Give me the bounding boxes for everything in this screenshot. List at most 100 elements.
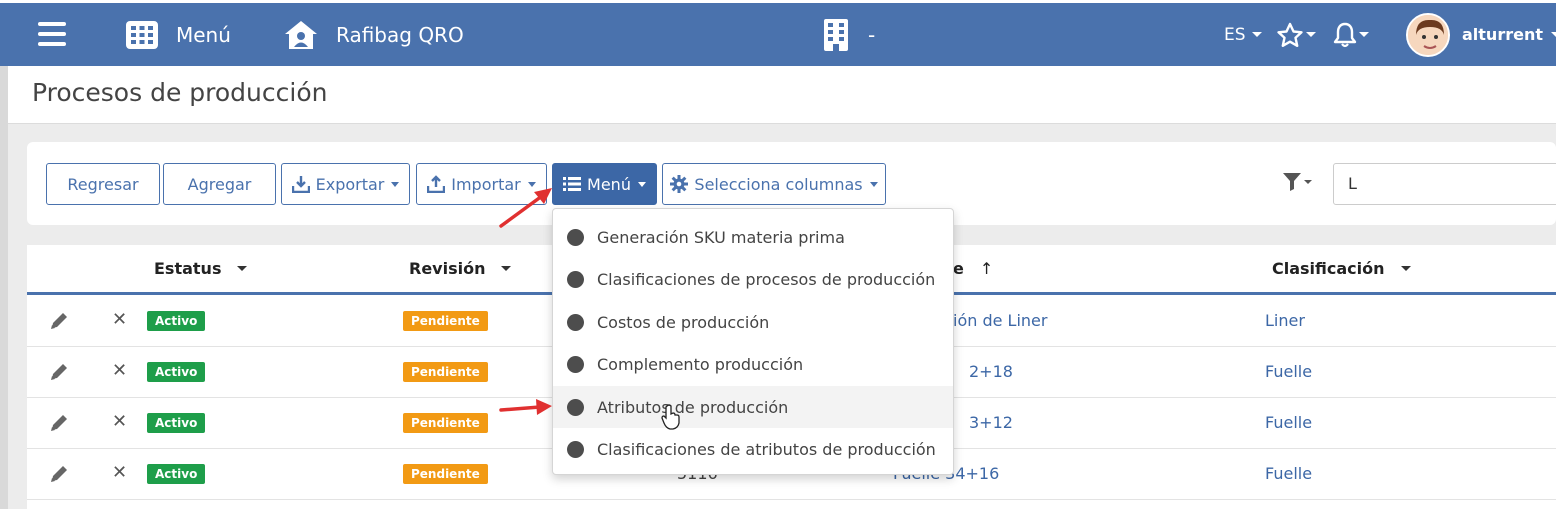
- notifications-button[interactable]: [1333, 3, 1369, 66]
- search-input[interactable]: L: [1333, 163, 1556, 205]
- back-button[interactable]: Regresar: [46, 163, 160, 205]
- add-button-label: Agregar: [187, 174, 252, 194]
- dropdown-item-process-classifications[interactable]: Clasificaciones de procesos de producció…: [553, 258, 953, 300]
- status-badge: Activo: [147, 362, 206, 382]
- dropdown-item-label: Clasificaciones de atributos de producci…: [597, 439, 936, 459]
- classification-link[interactable]: Fuelle: [1265, 413, 1312, 432]
- classification-link[interactable]: Fuelle: [1265, 464, 1312, 483]
- caret-down-icon: [1359, 32, 1369, 37]
- username: alturrent: [1462, 25, 1543, 44]
- caret-down-icon: [1551, 32, 1556, 37]
- dropdown-item-label: Complemento producción: [597, 354, 804, 374]
- add-button[interactable]: Agregar: [163, 163, 276, 205]
- status-badge: Activo: [147, 464, 206, 484]
- pencil-icon[interactable]: [49, 413, 69, 433]
- annotation-arrow-icon: [499, 188, 552, 228]
- revision-badge: Pendiente: [403, 362, 488, 382]
- hand-cursor-icon: [661, 404, 680, 430]
- revision-badge: Pendiente: [403, 464, 488, 484]
- column-header-label: e: [953, 259, 964, 278]
- bullet-icon: [567, 270, 584, 288]
- caret-down-icon: [637, 181, 646, 187]
- dropdown-item-production-complement[interactable]: Complemento producción: [553, 343, 953, 385]
- delete-icon[interactable]: ✕: [112, 309, 127, 330]
- upload-icon: [427, 175, 446, 193]
- revision-badge: Pendiente: [403, 311, 488, 331]
- gear-icon: [670, 175, 689, 193]
- language-selector[interactable]: ES: [1224, 3, 1262, 66]
- bullet-icon: [567, 313, 584, 331]
- name-link[interactable]: 2+18: [969, 362, 1013, 381]
- dropdown-item-sku-generation[interactable]: Generación SKU materia prima: [553, 216, 953, 258]
- export-button-label: Exportar: [315, 174, 385, 194]
- column-header-status[interactable]: Estatus: [154, 259, 248, 278]
- avatar: [1406, 12, 1450, 57]
- company-name: Rafibag QRO: [336, 22, 464, 47]
- caret-down-icon: [1306, 32, 1316, 37]
- bullet-icon: [567, 228, 584, 246]
- user-menu[interactable]: alturrent: [1406, 3, 1556, 66]
- column-header-label: Estatus: [154, 259, 222, 278]
- delete-icon[interactable]: ✕: [112, 360, 127, 381]
- dropdown-item-label: Costos de producción: [597, 312, 770, 332]
- dropdown-item-label: Atributos de producción: [597, 397, 789, 417]
- grid-icon: [126, 20, 158, 49]
- apps-menu-label: Menú: [176, 22, 231, 47]
- home-icon: [285, 20, 317, 49]
- classification-link[interactable]: Liner: [1265, 311, 1305, 330]
- page-title: Procesos de producción: [32, 78, 328, 107]
- hamburger-menu-icon[interactable]: [38, 22, 66, 46]
- status-badge: Activo: [147, 413, 206, 433]
- menu-button[interactable]: Menú: [552, 163, 657, 205]
- dropdown-item-label: Generación SKU materia prima: [597, 227, 845, 247]
- pencil-icon[interactable]: [49, 362, 69, 382]
- list-icon: [563, 177, 582, 191]
- name-link[interactable]: ión de Liner: [953, 311, 1047, 330]
- caret-down-icon: [1251, 32, 1262, 37]
- favorites-button[interactable]: [1276, 3, 1316, 66]
- dropdown-item-label: Clasificaciones de procesos de producció…: [597, 269, 936, 289]
- pencil-icon[interactable]: [49, 311, 69, 331]
- column-header-label: Clasificación: [1272, 259, 1385, 278]
- building-icon: [824, 18, 848, 51]
- select-columns-label: Selecciona columnas: [694, 174, 863, 194]
- column-header-name[interactable]: e ↑: [953, 259, 993, 278]
- menu-button-label: Menú: [587, 174, 631, 194]
- menu-dropdown: Generación SKU materia prima Clasificaci…: [552, 208, 954, 475]
- bullet-icon: [567, 440, 584, 458]
- dropdown-item-production-costs[interactable]: Costos de producción: [553, 301, 953, 343]
- delete-icon[interactable]: ✕: [112, 462, 127, 483]
- pencil-icon[interactable]: [49, 464, 69, 484]
- name-link[interactable]: 3+12: [969, 413, 1013, 432]
- caret-down-icon: [391, 181, 400, 187]
- sidebar-collapsed: [0, 66, 8, 509]
- company-selector[interactable]: Rafibag QRO: [284, 3, 464, 66]
- filter-icon: [1283, 173, 1312, 191]
- apps-menu-button[interactable]: Menú: [126, 3, 231, 66]
- download-icon: [291, 176, 310, 193]
- page-header: Procesos de producción: [8, 66, 1556, 124]
- user-avatar-icon: [1408, 14, 1448, 55]
- filter-button[interactable]: [1282, 172, 1312, 196]
- column-header-classification[interactable]: Clasificación: [1272, 259, 1411, 278]
- dropdown-item-production-attributes[interactable]: Atributos de producción: [553, 386, 953, 428]
- caret-down-icon: [501, 266, 512, 271]
- caret-down-icon: [1400, 266, 1411, 271]
- bullet-icon: [567, 398, 584, 416]
- caret-down-icon: [869, 181, 878, 187]
- top-navbar: Menú Rafibag QRO - ES alturrent: [0, 0, 1556, 66]
- column-header-revision[interactable]: Revisión: [409, 259, 512, 278]
- classification-link[interactable]: Fuelle: [1265, 362, 1312, 381]
- delete-icon[interactable]: ✕: [112, 411, 127, 432]
- status-badge: Activo: [147, 311, 206, 331]
- bullet-icon: [567, 355, 584, 373]
- branch-name: -: [868, 22, 876, 47]
- select-columns-button[interactable]: Selecciona columnas: [662, 163, 886, 205]
- annotation-arrow-icon: [499, 399, 552, 415]
- sort-up-icon: ↑: [979, 259, 994, 278]
- branch-selector[interactable]: -: [824, 3, 875, 66]
- language-code: ES: [1224, 24, 1246, 45]
- revision-badge: Pendiente: [403, 413, 488, 433]
- export-button[interactable]: Exportar: [281, 163, 410, 205]
- dropdown-item-attribute-classifications[interactable]: Clasificaciones de atributos de producci…: [553, 428, 953, 470]
